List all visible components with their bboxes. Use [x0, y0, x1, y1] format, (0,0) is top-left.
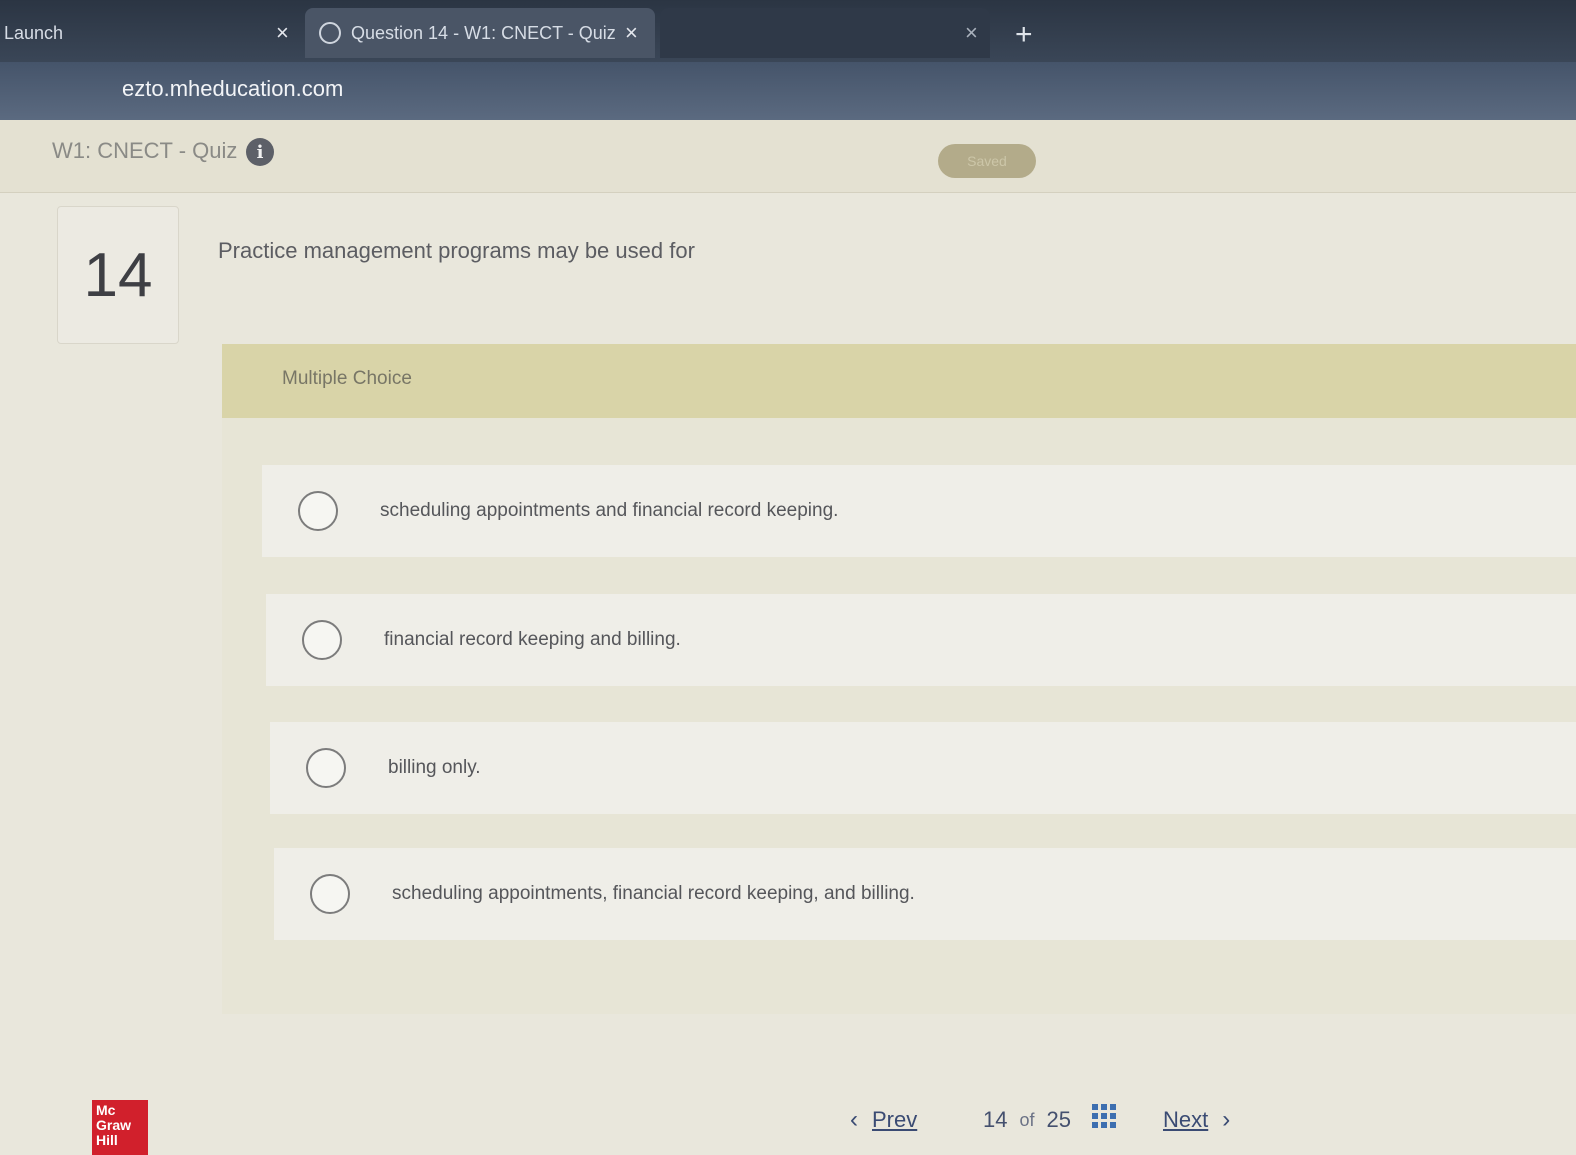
logo-line: Mc — [96, 1102, 116, 1118]
answer-option-text: scheduling appointments and financial re… — [380, 500, 839, 521]
current-question: 14 — [983, 1107, 1008, 1132]
answer-option[interactable]: billing only. — [270, 722, 1576, 814]
tab-blank[interactable]: × — [660, 8, 990, 58]
radio-button[interactable] — [306, 748, 346, 788]
url-text[interactable]: ezto.mheducation.com — [122, 76, 343, 102]
prev-button[interactable]: ‹ Prev — [850, 1100, 917, 1140]
logo-line: Hill — [96, 1132, 118, 1148]
of-label: of — [1019, 1109, 1035, 1130]
chevron-right-icon: › — [1222, 1106, 1231, 1133]
question-counter: 14 of 25 — [983, 1100, 1071, 1140]
question-type-label: Multiple Choice — [282, 368, 412, 389]
total-questions: 25 — [1046, 1107, 1071, 1132]
address-bar[interactable]: ezto.mheducation.com — [0, 62, 1576, 120]
question-type-header: Multiple Choice — [222, 344, 1576, 418]
tab-launch[interactable]: Launch × — [0, 8, 300, 58]
quiz-title: W1: CNECT - Quiz — [52, 138, 238, 163]
close-icon[interactable]: × — [625, 20, 638, 46]
answer-option-text: scheduling appointments, financial recor… — [392, 883, 915, 904]
radio-button[interactable] — [310, 874, 350, 914]
answer-option[interactable]: financial record keeping and billing. — [266, 594, 1576, 686]
new-tab-button[interactable]: + — [1015, 20, 1033, 50]
answer-option-text: billing only. — [388, 757, 481, 778]
tab-question-label: Question 14 - W1: CNECT - Quiz — [351, 22, 616, 43]
question-number: 14 — [57, 206, 179, 344]
question-text: Practice management programs may be used… — [218, 238, 695, 263]
next-label: Next — [1163, 1107, 1209, 1132]
answer-option[interactable]: scheduling appointments, financial recor… — [274, 848, 1576, 940]
logo-line: Graw — [96, 1117, 132, 1133]
globe-icon — [319, 22, 341, 44]
radio-button[interactable] — [298, 491, 338, 531]
close-icon[interactable]: × — [965, 20, 978, 46]
next-button[interactable]: Next › — [1163, 1100, 1230, 1140]
info-icon[interactable]: i — [246, 138, 274, 166]
tab-question[interactable]: Question 14 - W1: CNECT - Quiz × — [305, 8, 655, 58]
radio-button[interactable] — [302, 620, 342, 660]
prev-label: Prev — [872, 1107, 918, 1132]
chevron-left-icon: ‹ — [850, 1106, 858, 1133]
answer-option[interactable]: scheduling appointments and financial re… — [262, 465, 1576, 557]
quiz-header: W1: CNECT - Quiz i Saved — [0, 120, 1576, 193]
mcgraw-hill-logo: Mc Graw Hill — [92, 1100, 148, 1155]
tab-launch-label: Launch — [4, 22, 64, 43]
answer-option-text: financial record keeping and billing. — [384, 629, 681, 650]
saved-status-badge: Saved — [938, 144, 1036, 178]
close-icon[interactable]: × — [276, 20, 289, 46]
browser-tab-bar: Launch × Question 14 - W1: CNECT - Quiz … — [0, 0, 1576, 62]
question-grid-icon[interactable] — [1092, 1104, 1116, 1128]
